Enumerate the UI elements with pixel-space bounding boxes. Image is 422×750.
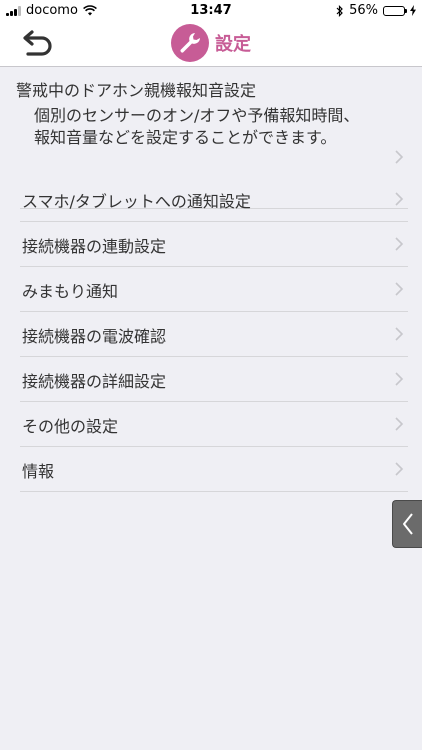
section-title: 警戒中のドアホン親機報知音設定 bbox=[16, 81, 257, 100]
battery-percent: 56% bbox=[349, 3, 378, 18]
chevron-left-icon bbox=[402, 513, 413, 535]
menu-item-label: スマホ/タブレットへの通知設定 bbox=[22, 192, 251, 211]
menu-item-label: その他の設定 bbox=[22, 417, 119, 436]
menu-item-watch-notification[interactable]: みまもり通知 bbox=[20, 267, 408, 312]
chevron-right-icon bbox=[395, 462, 404, 476]
charging-icon bbox=[410, 5, 416, 16]
battery-icon bbox=[383, 5, 407, 16]
chevron-right-icon bbox=[395, 192, 404, 206]
menu-item-label: 接続機器の詳細設定 bbox=[22, 372, 167, 391]
page-title: 設定 bbox=[215, 34, 251, 55]
nav-bar: 設定 bbox=[0, 22, 422, 67]
menu-item-device-linkage[interactable]: 接続機器の連動設定 bbox=[20, 222, 408, 267]
menu-item-info[interactable]: 情報 bbox=[20, 447, 408, 492]
section-description: 個別のセンサーのオン/オフや予備報知時間、報知音量などを設定することができます。 bbox=[34, 106, 360, 147]
menu-item-signal-check[interactable]: 接続機器の電波確認 bbox=[20, 312, 408, 357]
status-indicators: 56% bbox=[336, 3, 416, 18]
chevron-right-icon bbox=[395, 327, 404, 341]
wrench-icon bbox=[171, 24, 209, 62]
chevron-right-icon bbox=[395, 237, 404, 251]
menu-item-device-details[interactable]: 接続機器の詳細設定 bbox=[20, 357, 408, 402]
side-drawer-tab[interactable] bbox=[392, 500, 422, 548]
chevron-right-icon bbox=[395, 372, 404, 386]
page-title-group: 設定 bbox=[0, 24, 422, 62]
menu-item-label: みまもり通知 bbox=[22, 282, 119, 301]
bluetooth-icon bbox=[336, 4, 343, 17]
status-bar: docomo 13:47 56% bbox=[0, 0, 422, 22]
menu-item-label: 接続機器の電波確認 bbox=[22, 327, 167, 346]
chevron-right-icon bbox=[395, 417, 404, 431]
menu-item-other-settings[interactable]: その他の設定 bbox=[20, 402, 408, 447]
chevron-right-icon bbox=[395, 150, 404, 164]
menu-item-smartphone-notification[interactable]: スマホ/タブレットへの通知設定 bbox=[20, 177, 408, 222]
menu-item-label: 情報 bbox=[22, 462, 55, 481]
chevron-right-icon bbox=[395, 282, 404, 296]
menu-item-label: 接続機器の連動設定 bbox=[22, 237, 167, 256]
